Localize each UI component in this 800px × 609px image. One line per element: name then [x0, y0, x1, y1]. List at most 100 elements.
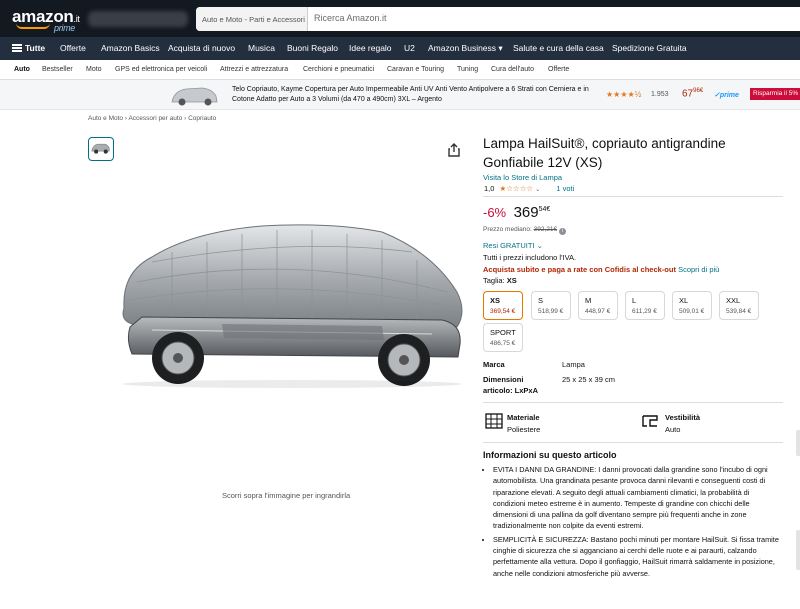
financing-promo: Acquista subito e paga a rate con Cofidi… — [483, 265, 719, 274]
median-price: Prezzo mediano: 392,21€ i — [483, 226, 566, 235]
info-icon[interactable]: i — [558, 228, 566, 235]
breadcrumb[interactable]: Auto e Moto › Accessori per auto › Copri… — [88, 115, 216, 122]
size-name: L — [632, 296, 637, 305]
delivery-location-redacted[interactable] — [88, 11, 188, 27]
sponsored-rating-count[interactable]: 1.953 — [651, 91, 669, 98]
nav-all-menu[interactable]: Tutte — [12, 43, 45, 53]
feature-fit-key: Vestibilità — [665, 413, 701, 422]
price-currency: € — [546, 206, 551, 213]
divider — [483, 442, 783, 443]
nav-item-u2[interactable]: U2 — [404, 43, 415, 53]
about-bullet: EVITA I DANNI DA GRANDINE: I danni provo… — [493, 464, 783, 532]
sponsored-rating-stars-icon: ★★★★½ — [606, 90, 642, 99]
side-panel-tab[interactable] — [796, 530, 800, 570]
top-bar: amazon.it prime Auto e Moto - Parti e Ac… — [0, 0, 800, 37]
nav-item-salute[interactable]: Salute e cura della casa — [513, 43, 604, 53]
nav-item-buoni-regalo[interactable]: Buoni Regalo — [287, 43, 338, 53]
price-block: -6% 36954€ — [483, 204, 550, 222]
discount-percent: -6% — [483, 205, 507, 220]
size-option-sport[interactable]: SPORT 486,75 € — [483, 323, 523, 352]
spec-brand-key: Marca — [483, 360, 505, 369]
current-price: 36954€ — [514, 204, 551, 221]
main-product-image[interactable] — [112, 212, 472, 392]
size-name: XS — [490, 296, 501, 305]
about-heading: Informazioni su questo articolo — [483, 450, 617, 460]
subnav-attrezzi[interactable]: Attrezzi e attrezzatura — [220, 66, 288, 73]
promo-link[interactable]: Scopri di più — [678, 265, 719, 274]
sponsored-product-title[interactable]: Telo Copriauto, Kayme Copertura per Auto… — [232, 85, 592, 105]
nav-item-acquista-di-nuovo[interactable]: Acquista di nuovo — [168, 43, 235, 53]
spec-dimensions-key: Dimensioni articolo: LxPxA — [483, 375, 539, 395]
divider — [483, 196, 783, 197]
rating-value: 1,0 — [484, 184, 495, 193]
vat-note: Tutti i prezzi includono l'IVA. — [483, 253, 577, 262]
rating-row: 1,0 ★☆☆☆☆ ⌄ 1 voti — [484, 184, 574, 193]
subnav-offerte[interactable]: Offerte — [548, 66, 569, 73]
size-name: XL — [679, 296, 689, 305]
size-option-xs[interactable]: XS 369,54 € — [483, 291, 523, 320]
rating-stars-icon[interactable]: ★☆☆☆☆ — [500, 184, 534, 193]
nav-item-idee-regalo[interactable]: Idee regalo — [349, 43, 392, 53]
size-label: Taglia: XS — [483, 276, 517, 285]
median-label: Prezzo mediano: — [483, 226, 532, 233]
feature-material-key: Materiale — [507, 413, 540, 422]
subnav-caravan[interactable]: Caravan e Touring — [387, 66, 444, 73]
subnav-cura-auto[interactable]: Cura dell'auto — [491, 66, 534, 73]
side-panel-tab[interactable] — [796, 430, 800, 456]
size-option-xl[interactable]: XL 509,01 € — [672, 291, 712, 320]
product-title: Lampa HailSuit®, copriauto antigrandine … — [483, 136, 726, 170]
median-value: 392,21€ — [533, 226, 558, 233]
zoom-hint: Scorri sopra l'immagine per ingrandirla — [222, 491, 351, 500]
prime-badge-icon: ✓prime — [714, 92, 739, 99]
about-section: EVITA I DANNI DA GRANDINE: I danni provo… — [483, 464, 783, 581]
size-option-l[interactable]: L 611,29 € — [625, 291, 665, 320]
search-category-select[interactable]: Auto e Moto - Parti e Accessori — [196, 7, 308, 31]
logo-prime: prime — [54, 23, 76, 33]
store-link[interactable]: Visita lo Store di Lampa — [483, 173, 562, 182]
size-price: 486,75 € — [490, 340, 516, 347]
chevron-down-icon[interactable]: ⌄ — [535, 187, 540, 193]
amazon-logo[interactable]: amazon.it prime — [12, 7, 80, 33]
search-bar[interactable]: Auto e Moto - Parti e Accessori Ricerca … — [196, 7, 800, 31]
savings-badge: Risparmia il 5% — [750, 88, 800, 100]
share-icon[interactable] — [446, 142, 462, 158]
size-selected-value: XS — [506, 276, 517, 285]
nav-item-musica[interactable]: Musica — [248, 43, 275, 53]
subnav-tuning[interactable]: Tuning — [457, 66, 478, 73]
size-name: S — [538, 296, 544, 305]
size-name: SPORT — [490, 328, 516, 337]
size-price: 539,84 € — [726, 308, 752, 315]
free-returns-link[interactable]: Resi GRATUITI ⌄ — [483, 241, 543, 250]
spec-brand-value: Lampa — [562, 360, 585, 369]
sponsored-product-banner[interactable]: Telo Copriauto, Kayme Copertura per Auto… — [0, 80, 800, 110]
search-input[interactable]: Ricerca Amazon.it — [314, 13, 387, 23]
subnav-gps[interactable]: GPS ed elettronica per veicoli — [115, 66, 207, 73]
hamburger-icon — [12, 44, 22, 52]
sponsored-price-dec: 96 — [693, 88, 700, 94]
size-option-m[interactable]: M 448,97 € — [578, 291, 618, 320]
nav-item-offerte[interactable]: Offerte — [60, 43, 86, 53]
nav-all-label: Tutte — [25, 43, 46, 53]
size-name: XXL — [726, 296, 741, 305]
subnav-bestseller[interactable]: Bestseller — [42, 66, 73, 73]
logo-smile-icon — [16, 23, 50, 29]
size-option-xxl[interactable]: XXL 539,84 € — [719, 291, 759, 320]
subnav-moto[interactable]: Moto — [86, 66, 102, 73]
size-price: 369,54 € — [490, 308, 516, 315]
size-price: 509,01 € — [679, 308, 705, 315]
nav-item-amazon-business[interactable]: Amazon Business ▾ — [428, 43, 503, 54]
feature-fit-value: Auto — [665, 425, 681, 434]
image-thumbnail[interactable] — [88, 137, 114, 161]
subnav-cerchioni[interactable]: Cerchioni e pneumatici — [303, 66, 374, 73]
size-price: 448,97 € — [585, 308, 611, 315]
divider — [483, 402, 783, 403]
nav-item-spedizione-gratuita[interactable]: Spedizione Gratuita — [612, 43, 687, 53]
ratings-count-link[interactable]: 1 voti — [556, 184, 574, 193]
returns-label: Resi GRATUITI — [483, 241, 535, 250]
size-price: 518,99 € — [538, 308, 564, 315]
subnav-auto[interactable]: Auto — [14, 66, 30, 73]
size-option-s[interactable]: S 518,99 € — [531, 291, 571, 320]
size-price: 611,29 € — [632, 308, 657, 315]
nav-item-amazon-basics[interactable]: Amazon Basics — [101, 43, 160, 53]
size-label-text: Taglia: — [483, 276, 505, 285]
